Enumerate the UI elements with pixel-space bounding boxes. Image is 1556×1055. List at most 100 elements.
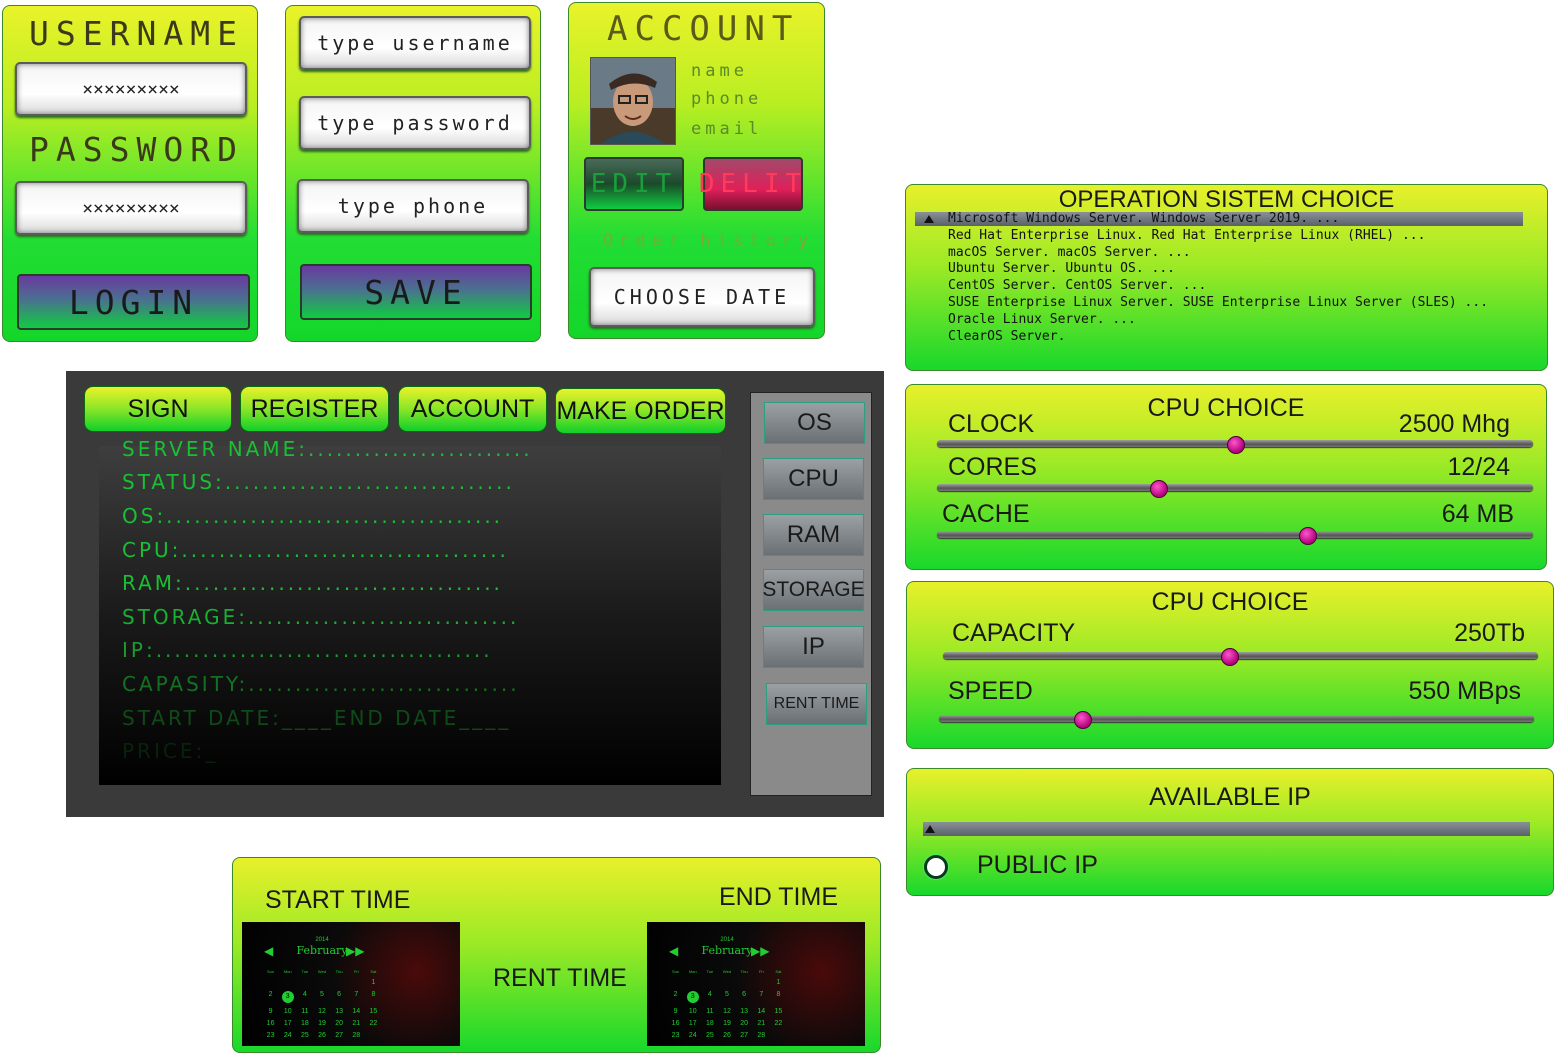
phone-input[interactable]: type phone (297, 179, 529, 233)
login-button[interactable]: LOGIN (17, 274, 250, 330)
calendar-day[interactable]: 23 (262, 1032, 279, 1039)
calendar-day[interactable]: 21 (348, 1020, 365, 1027)
side-button-ip[interactable]: IP (763, 626, 864, 668)
calendar-day[interactable]: 10 (279, 1008, 296, 1015)
calendar-day[interactable]: 14 (348, 1008, 365, 1015)
side-button-rent-time[interactable]: RENT TIME (766, 683, 867, 725)
os-item[interactable]: CentOS Server. CentOS Server. ... (948, 278, 1488, 295)
delete-button[interactable]: DELIT (699, 157, 803, 211)
os-item[interactable]: SUSE Enterprise Linux Server. SUSE Enter… (948, 295, 1488, 312)
tab-register[interactable]: REGISTER (240, 386, 389, 432)
side-button-cpu[interactable]: CPU (763, 458, 864, 500)
side-button-ram[interactable]: RAM (763, 514, 864, 556)
calendar-day[interactable]: 5 (313, 991, 330, 1003)
os-item[interactable]: Ubuntu Server. Ubuntu OS. ... (948, 261, 1488, 278)
save-button[interactable]: SAVE (300, 264, 532, 320)
cache-slider-track[interactable] (937, 531, 1533, 538)
edit-button[interactable]: EDIT (584, 157, 684, 211)
chevron-right-icon[interactable]: ▶▶ (751, 944, 769, 958)
calendar-day[interactable]: 5 (718, 991, 735, 1003)
capacity-slider-track[interactable] (943, 652, 1538, 659)
tab-sign[interactable]: SIGN (84, 386, 232, 432)
username-input[interactable]: type username (299, 16, 531, 70)
public-ip-label[interactable]: PUBLIC IP (977, 851, 1098, 880)
calendar-day[interactable]: 7 (753, 991, 770, 1003)
calendar-day[interactable]: 15 (365, 1008, 382, 1015)
chevron-left-icon[interactable]: ◀ (669, 944, 678, 958)
calendar-day[interactable]: 15 (770, 1008, 787, 1015)
order-history-label[interactable]: Order history (603, 231, 814, 251)
calendar-day[interactable]: 24 (279, 1032, 296, 1039)
calendar-day[interactable]: 18 (296, 1020, 313, 1027)
calendar-day[interactable]: 1 (365, 979, 382, 986)
calendar-day[interactable]: 12 (313, 1008, 330, 1015)
side-button-os[interactable]: OS (764, 402, 865, 444)
calendar-day[interactable]: 26 (718, 1032, 735, 1039)
start-calendar[interactable]: 2014 February ◀ ▶▶ Sun Mon Tue Wed Thu Fri Sat… (242, 922, 460, 1046)
cores-slider-track[interactable] (937, 484, 1533, 491)
end-calendar[interactable]: 2014 February ◀ ▶▶ Sun Mon Tue Wed Thu Fri Sat… (647, 922, 865, 1046)
ip-dropdown[interactable] (923, 822, 1530, 836)
calendar-day[interactable]: 10 (684, 1008, 701, 1015)
calendar-day[interactable]: 21 (753, 1020, 770, 1027)
calendar-day[interactable]: 25 (701, 1032, 718, 1039)
calendar-day[interactable]: 28 (348, 1032, 365, 1039)
calendar-day[interactable]: 6 (736, 991, 753, 1003)
calendar-day[interactable]: 13 (736, 1008, 753, 1015)
calendar-day[interactable]: 9 (667, 1008, 684, 1015)
calendar-day[interactable]: 13 (331, 1008, 348, 1015)
calendar-day[interactable]: 7 (348, 991, 365, 1003)
calendar-day[interactable]: 1 (770, 979, 787, 986)
calendar-day[interactable]: 14 (753, 1008, 770, 1015)
calendar-day[interactable]: 23 (667, 1032, 684, 1039)
calendar-day[interactable]: 20 (736, 1020, 753, 1027)
calendar-day[interactable]: 12 (718, 1008, 735, 1015)
calendar-day[interactable]: 11 (701, 1008, 718, 1015)
calendar-day[interactable]: 16 (262, 1020, 279, 1027)
side-button-storage[interactable]: STORAGE (762, 569, 865, 611)
os-item[interactable]: Microsoft Windows Server. Windows Server… (948, 211, 1488, 228)
calendar-day[interactable]: 4 (701, 991, 718, 1003)
username-field[interactable]: ××××××××× (15, 62, 247, 116)
calendar-day[interactable]: 20 (331, 1020, 348, 1027)
os-item[interactable]: ClearOS Server. (948, 329, 1488, 346)
cores-slider-knob[interactable] (1149, 480, 1168, 498)
calendar-day[interactable]: 24 (684, 1032, 701, 1039)
password-input[interactable]: type password (299, 96, 531, 150)
calendar-day[interactable]: 28 (753, 1032, 770, 1039)
calendar-day[interactable]: 22 (365, 1020, 382, 1027)
calendar-day[interactable]: 8 (365, 991, 382, 1003)
calendar-day[interactable]: 27 (331, 1032, 348, 1039)
chevron-right-icon[interactable]: ▶▶ (346, 944, 364, 958)
calendar-day[interactable]: 17 (279, 1020, 296, 1027)
os-item[interactable]: Oracle Linux Server. ... (948, 312, 1488, 329)
calendar-day[interactable]: 3 (684, 991, 701, 1003)
calendar-day[interactable]: 8 (770, 991, 787, 1003)
tab-make-order[interactable]: MAKE ORDER (555, 388, 726, 434)
clock-slider-knob[interactable] (1227, 436, 1245, 454)
calendar-day[interactable]: 19 (718, 1020, 735, 1027)
tab-account[interactable]: ACCOUNT (398, 386, 547, 432)
public-ip-radio[interactable] (924, 855, 948, 879)
cache-slider-knob[interactable] (1298, 527, 1317, 545)
calendar-day[interactable]: 18 (701, 1020, 718, 1027)
calendar-day[interactable]: 4 (296, 991, 313, 1003)
calendar-day[interactable]: 2 (262, 991, 279, 1003)
calendar-day[interactable]: 3 (279, 991, 296, 1003)
os-item[interactable]: macOS Server. macOS Server. ... (948, 245, 1488, 262)
calendar-day[interactable]: 6 (331, 991, 348, 1003)
calendar-day[interactable]: 27 (736, 1032, 753, 1039)
calendar-day[interactable]: 25 (296, 1032, 313, 1039)
calendar-day[interactable]: 17 (684, 1020, 701, 1027)
calendar-day[interactable]: 22 (770, 1020, 787, 1027)
speed-slider-knob[interactable] (1073, 711, 1092, 729)
chevron-left-icon[interactable]: ◀ (264, 944, 273, 958)
calendar-day[interactable]: 16 (667, 1020, 684, 1027)
speed-slider-track[interactable] (939, 715, 1534, 722)
calendar-day[interactable]: 19 (313, 1020, 330, 1027)
password-field[interactable]: ××××××××× (15, 181, 247, 235)
calendar-day[interactable]: 26 (313, 1032, 330, 1039)
choose-date-button[interactable]: CHOOSE DATE (589, 267, 815, 327)
calendar-day[interactable]: 11 (296, 1008, 313, 1015)
capacity-slider-knob[interactable] (1220, 648, 1239, 666)
